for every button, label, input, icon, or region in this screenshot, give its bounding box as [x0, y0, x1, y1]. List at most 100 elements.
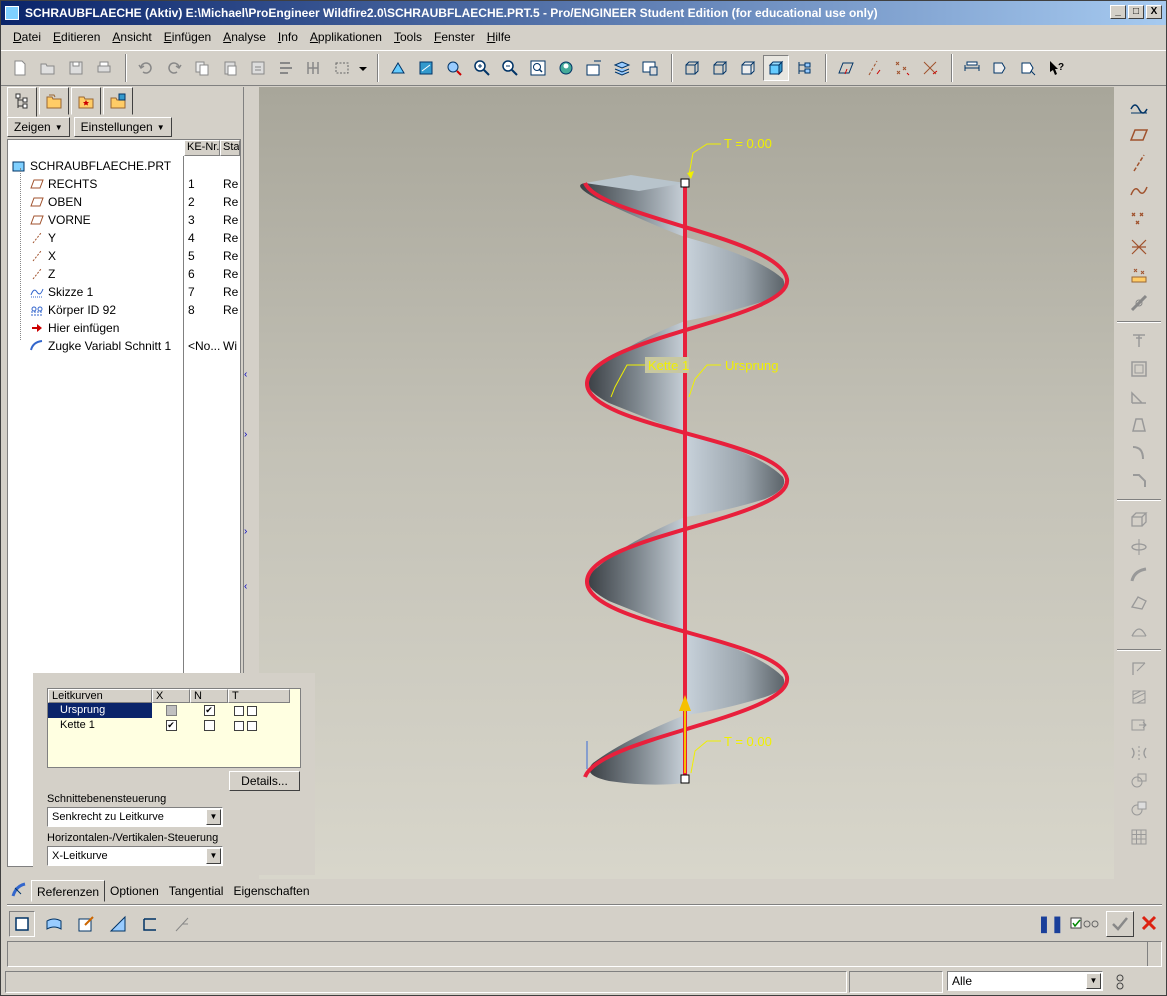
- layers-icon[interactable]: [609, 55, 635, 81]
- column-header-status[interactable]: Sta: [220, 140, 240, 156]
- t-top-label[interactable]: T = 0.00: [724, 136, 772, 151]
- datum-axes-toggle-icon[interactable]: [861, 55, 887, 81]
- revolve-tool-icon[interactable]: [1126, 533, 1152, 561]
- wireframe-icon[interactable]: [679, 55, 705, 81]
- show-button[interactable]: Zeigen ▼: [7, 117, 70, 137]
- column-header-x[interactable]: X: [152, 689, 190, 703]
- tree-item[interactable]: Z 6 Re: [8, 265, 240, 283]
- t-checkbox[interactable]: [247, 720, 257, 731]
- boundary-tool-icon[interactable]: [1126, 617, 1152, 645]
- solidify-tool-icon[interactable]: [1126, 683, 1152, 711]
- menu-einfuegen[interactable]: Einfügen: [156, 30, 215, 44]
- orient-mode-icon[interactable]: [441, 55, 467, 81]
- graphics-window[interactable]: T = 0.00 Kette 1 Ursprung T = 0.00: [259, 87, 1114, 879]
- tree-item[interactable]: Körper ID 92 8 Re: [8, 301, 240, 319]
- selection-box-icon[interactable]: [329, 55, 355, 81]
- coordinate-systems-toggle-icon[interactable]: [917, 55, 943, 81]
- selection-filter-select[interactable]: Alle ▼: [947, 971, 1103, 991]
- thicken-option-icon[interactable]: [137, 911, 163, 937]
- close-window-button[interactable]: X: [1146, 5, 1162, 19]
- tree-item[interactable]: Skizze 1 7 Re: [8, 283, 240, 301]
- tree-item[interactable]: Zugke Variabl Schnitt 1 <No... Wi: [8, 337, 240, 355]
- tree-item[interactable]: RECHTS 1 Re: [8, 175, 240, 193]
- t-checkbox[interactable]: [234, 720, 244, 731]
- trajectory-row-chain[interactable]: Kette 1 ✔: [48, 718, 300, 733]
- menu-datei[interactable]: Datei: [5, 30, 45, 44]
- shading-icon[interactable]: [763, 55, 789, 81]
- draft-tool-icon[interactable]: [1126, 411, 1152, 439]
- preview-checkbox-icon[interactable]: [1070, 914, 1100, 935]
- mirror-tool-icon[interactable]: [1126, 739, 1152, 767]
- tree-item[interactable]: X 5 Re: [8, 247, 240, 265]
- paste-icon[interactable]: [217, 55, 243, 81]
- saved-views-icon[interactable]: [581, 55, 607, 81]
- hv-control-select[interactable]: X-Leitkurve ▼: [47, 846, 223, 866]
- chamfer-tool-icon[interactable]: [1126, 467, 1152, 495]
- column-header-t[interactable]: T: [228, 689, 290, 703]
- undo-icon[interactable]: [133, 55, 159, 81]
- context-help-icon[interactable]: ?: [1043, 55, 1069, 81]
- open-file-icon[interactable]: [35, 55, 61, 81]
- section-plane-control-select[interactable]: Senkrecht zu Leitkurve ▼: [47, 807, 223, 827]
- selection-dropdown-icon[interactable]: [357, 55, 369, 81]
- trim-tool-icon[interactable]: [1126, 795, 1152, 823]
- round-tool-icon[interactable]: [1126, 439, 1152, 467]
- regen-manager-icon[interactable]: [301, 55, 327, 81]
- pause-icon[interactable]: ❚❚: [1037, 914, 1064, 934]
- view-manager-icon[interactable]: [637, 55, 663, 81]
- pattern-tool-icon[interactable]: [1126, 823, 1152, 851]
- blend-tool-icon[interactable]: [1126, 589, 1152, 617]
- measure-icon[interactable]: [959, 55, 985, 81]
- menu-ansicht[interactable]: Ansicht: [104, 30, 155, 44]
- tree-item[interactable]: VORNE 3 Re: [8, 211, 240, 229]
- ref-tool-icon[interactable]: [1126, 289, 1152, 317]
- cancel-x-icon[interactable]: [1140, 914, 1158, 935]
- maximize-button[interactable]: □: [1128, 5, 1144, 19]
- rib-tool-icon[interactable]: [1126, 383, 1152, 411]
- merge-tool-icon[interactable]: [1126, 767, 1152, 795]
- helical-surface[interactable]: [580, 175, 789, 785]
- tree-root[interactable]: SCHRAUBFLAECHE.PRT: [12, 157, 244, 175]
- t-checkbox[interactable]: [247, 705, 257, 716]
- no-hidden-icon[interactable]: [735, 55, 761, 81]
- datum-points-toggle-icon[interactable]: [889, 55, 915, 81]
- datum-axis-tool-icon[interactable]: [1126, 149, 1152, 177]
- minimize-button[interactable]: _: [1110, 5, 1126, 19]
- copy-icon[interactable]: [189, 55, 215, 81]
- redo-icon[interactable]: [161, 55, 187, 81]
- spin-center-icon[interactable]: [413, 55, 439, 81]
- details-button[interactable]: Details...: [229, 771, 300, 791]
- sketch-edit-icon[interactable]: [73, 911, 99, 937]
- chevron-down-icon[interactable]: ▼: [206, 848, 221, 864]
- message-scrollbar[interactable]: [1147, 942, 1161, 966]
- menu-info[interactable]: Info: [270, 30, 302, 44]
- repaint-icon[interactable]: [385, 55, 411, 81]
- zoom-in-icon[interactable]: [469, 55, 495, 81]
- datum-point-tool-icon[interactable]: [1126, 205, 1152, 233]
- refit-icon[interactable]: [525, 55, 551, 81]
- start-point-marker[interactable]: [680, 178, 690, 188]
- trajectory-row-origin[interactable]: Ursprung ✔: [48, 703, 300, 718]
- tab-tangent[interactable]: Tangential: [164, 880, 229, 902]
- hidden-line-icon[interactable]: [707, 55, 733, 81]
- remove-material-icon[interactable]: [105, 911, 131, 937]
- menu-hilfe[interactable]: Hilfe: [479, 30, 515, 44]
- extrude-tool-icon[interactable]: [1126, 505, 1152, 533]
- chevron-down-icon[interactable]: ▼: [206, 809, 221, 825]
- end-point-marker[interactable]: [680, 774, 690, 784]
- datum-plane-tool-icon[interactable]: [1126, 121, 1152, 149]
- model-info-icon[interactable]: [1015, 55, 1041, 81]
- reorient-icon[interactable]: [553, 55, 579, 81]
- save-icon[interactable]: [63, 55, 89, 81]
- favorites-tab[interactable]: [71, 87, 101, 115]
- model-tree-toggle-icon[interactable]: [791, 55, 817, 81]
- column-header-feature-id[interactable]: KE-Nr.: [184, 140, 220, 156]
- paste-special-icon[interactable]: [245, 55, 271, 81]
- t-checkbox[interactable]: [234, 705, 244, 716]
- shell-tool-icon[interactable]: [1126, 355, 1152, 383]
- menu-tools[interactable]: Tools: [386, 30, 426, 44]
- sweep-tool-icon[interactable]: [1126, 561, 1152, 589]
- offset-tool-icon[interactable]: [1126, 711, 1152, 739]
- regenerate-icon[interactable]: [273, 55, 299, 81]
- connections-tab[interactable]: [103, 87, 133, 115]
